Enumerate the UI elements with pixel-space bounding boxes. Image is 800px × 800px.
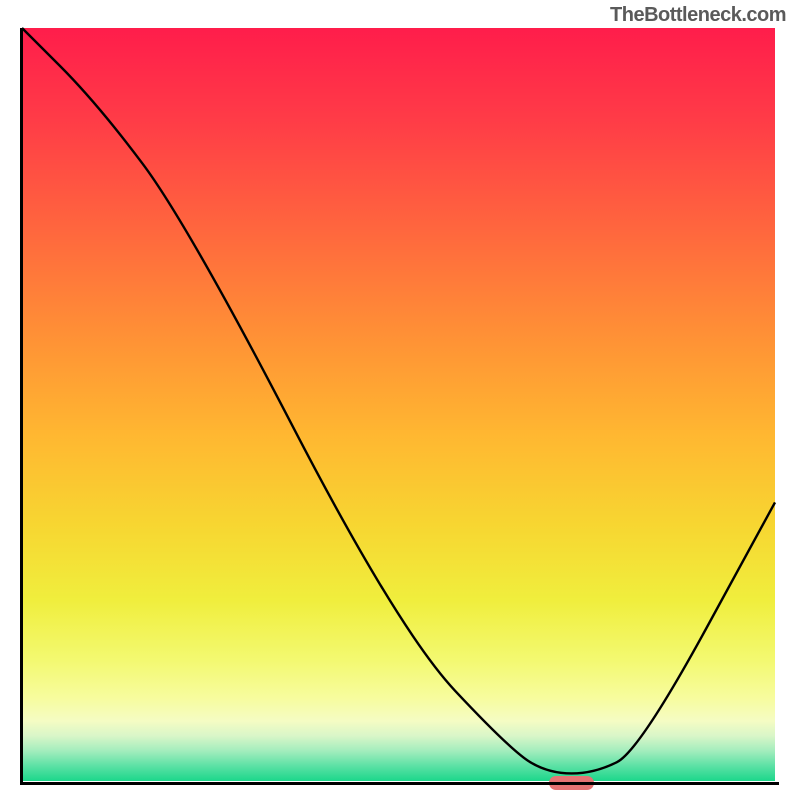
- attribution-text: TheBottleneck.com: [610, 4, 786, 27]
- y-axis: [20, 28, 23, 785]
- x-axis: [20, 782, 779, 785]
- bottleneck-curve-path: [22, 28, 775, 773]
- bottleneck-curve: [22, 28, 775, 781]
